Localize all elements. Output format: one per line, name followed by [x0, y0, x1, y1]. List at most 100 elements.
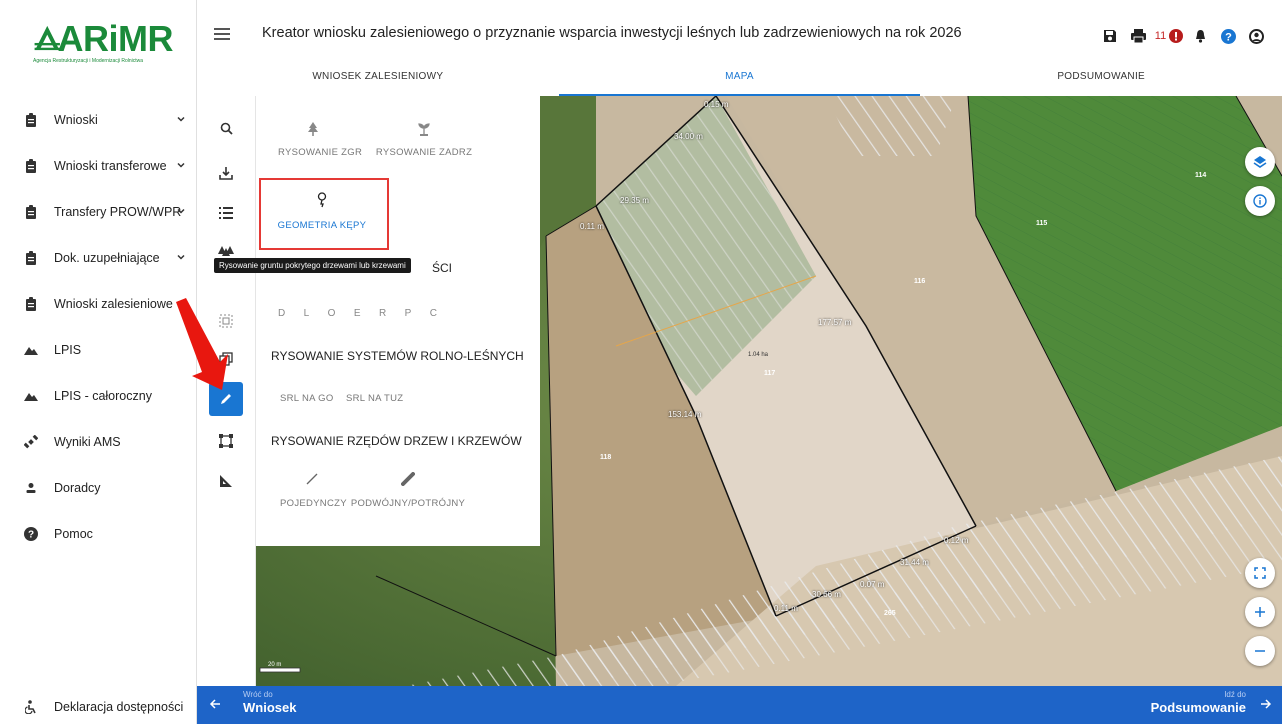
sidebar-item-wyniki-ams[interactable]: Wyniki AMS	[0, 419, 197, 465]
letter-tool-o[interactable]: O	[328, 308, 337, 319]
sidebar-item-wnioski-transferowe[interactable]: Wnioski transferowe	[0, 143, 197, 189]
copy-tool[interactable]	[209, 342, 243, 376]
arrow-right-icon[interactable]	[1260, 698, 1272, 710]
row-double-tool[interactable]: PODWÓJNY/POTRÓJNY	[350, 472, 466, 509]
list-tool[interactable]	[209, 196, 243, 230]
parcel-label: 114	[1195, 172, 1207, 179]
letter-tool-r[interactable]: R	[379, 308, 387, 319]
sidebar-nav: Wnioski Wnioski transferowe Transfery PR…	[0, 97, 197, 557]
download-icon	[219, 167, 233, 180]
sidebar-item-label: LPIS - całoroczny	[54, 389, 152, 403]
errors-indicator[interactable]: 11	[1152, 26, 1186, 46]
select-area-tool[interactable]	[209, 304, 243, 338]
row-single-tool[interactable]: POJEDYNCZY	[280, 472, 347, 509]
parcel-label: 116	[914, 278, 926, 285]
tab-mapa[interactable]: MAPA	[558, 62, 921, 96]
sidebar-item-pomoc[interactable]: ? Pomoc	[0, 511, 197, 557]
sidebar-item-wnioski-zalesieniowe[interactable]: Wnioski zalesieniowe	[0, 281, 197, 327]
chevron-down-icon	[177, 254, 185, 260]
person-icon	[24, 481, 38, 495]
back-button[interactable]: Wróć do Wniosek	[243, 690, 296, 715]
clipboard-icon	[24, 159, 38, 173]
logo-mark-icon	[34, 25, 60, 51]
map-measure: 34.00 m	[674, 132, 703, 141]
help-icon[interactable]: ?	[1214, 26, 1242, 46]
search-tool[interactable]	[209, 111, 243, 145]
tab-wniosek[interactable]: WNIOSEK ZALESIENIOWY	[197, 62, 559, 96]
drawing-panel: RYSOWANIE ZGR RYSOWANIE ZADRZ GEOMETRIA …	[256, 96, 540, 546]
bounding-box-icon	[219, 434, 233, 448]
map-measure: 0.11 m	[774, 604, 798, 613]
mountain-icon	[24, 343, 38, 357]
account-icon[interactable]	[1242, 26, 1270, 46]
map-measure: 153.14 m	[668, 410, 702, 419]
sidebar-item-dok-uzupelniajace[interactable]: Dok. uzupełniające	[0, 235, 197, 281]
draw-tool[interactable]	[209, 382, 243, 416]
logo: ARiMR Agencja Restrukturyzacji i Moderni…	[33, 18, 174, 72]
menu-toggle-icon[interactable]	[214, 28, 230, 42]
tab-podsumowanie[interactable]: PODSUMOWANIE	[920, 62, 1282, 96]
logo-text: ARiMR	[57, 18, 174, 59]
map-measure: 0.12 m	[944, 536, 969, 545]
sidebar-item-lpis[interactable]: LPIS	[0, 327, 197, 373]
srl-na-tuz-tool[interactable]: SRL NA TUZ	[346, 393, 403, 404]
next-button[interactable]: Idź do Podsumowanie	[1151, 690, 1246, 715]
row-double-label: PODWÓJNY/POTRÓJNY	[350, 498, 466, 509]
select-icon	[219, 314, 233, 328]
fullscreen-button[interactable]	[1245, 558, 1275, 588]
sidebar-item-doradcy[interactable]: Doradcy	[0, 465, 197, 511]
sidebar-item-wnioski[interactable]: Wnioski	[0, 97, 197, 143]
layers-button[interactable]	[1245, 147, 1275, 177]
letter-tool-l[interactable]: L	[304, 308, 311, 319]
map-tools-column	[197, 96, 256, 686]
letter-tool-d[interactable]: D	[278, 308, 286, 319]
mountain-icon	[24, 389, 38, 403]
sidebar-item-lpis-caloroczny[interactable]: LPIS - całoroczny	[0, 373, 197, 419]
pencil-icon	[221, 394, 231, 404]
download-tool[interactable]	[209, 156, 243, 190]
zoom-in-button[interactable]	[1245, 597, 1275, 627]
chevron-down-icon	[177, 300, 185, 306]
map-measure: 1.04 ha	[748, 352, 769, 358]
header-toolbar: 11 ?	[1096, 26, 1270, 46]
draw-zgr-tool[interactable]: RYSOWANIE ZGR	[278, 122, 362, 158]
parcel-label: 265	[884, 610, 896, 617]
zoom-out-button[interactable]	[1245, 636, 1275, 666]
map-measure: 177.57 m	[818, 318, 852, 327]
sidebar-item-label: LPIS	[54, 343, 82, 357]
bell-icon[interactable]	[1186, 26, 1214, 46]
srl-na-go-tool[interactable]: SRL NA GO	[280, 393, 334, 404]
plus-icon	[1255, 607, 1265, 617]
help-icon: ?	[24, 527, 38, 541]
map-measure: 30.66 m	[812, 590, 841, 599]
error-icon	[1169, 29, 1184, 43]
clipboard-icon	[24, 251, 38, 265]
parcel-label: 118	[600, 454, 612, 461]
sidebar-item-deklaracja[interactable]: Deklaracja dostępności	[0, 690, 197, 724]
minus-icon	[1255, 650, 1265, 652]
letter-tool-e[interactable]: E	[354, 308, 362, 319]
section-rows-title: RYSOWANIE RZĘDÓW DRZEW I KRZEWÓW	[271, 434, 522, 448]
draw-zadrz-tool[interactable]: RYSOWANIE ZADRZ	[374, 122, 474, 158]
layers-icon	[1253, 156, 1267, 168]
error-count: 11	[1154, 30, 1167, 42]
arrow-left-icon[interactable]	[209, 698, 221, 710]
sidebar-item-label: Wyniki AMS	[54, 435, 121, 449]
tab-bar: WNIOSEK ZALESIENIOWY MAPA PODSUMOWANIE	[197, 62, 1282, 96]
print-icon[interactable]	[1124, 26, 1152, 46]
measure-tool[interactable]	[209, 464, 243, 498]
sidebar-item-transfery[interactable]: Transfery PROW/WPR	[0, 189, 197, 235]
satellite-icon	[24, 435, 38, 449]
search-icon	[220, 122, 233, 135]
save-icon[interactable]	[1096, 26, 1124, 46]
app-root: ARiMR Agencja Restrukturyzacji i Moderni…	[0, 0, 1282, 724]
clipboard-icon	[24, 297, 38, 311]
letter-tool-p[interactable]: P	[405, 308, 413, 319]
copy-icon	[219, 352, 233, 366]
info-button[interactable]	[1245, 186, 1275, 216]
row-single-label: POJEDYNCZY	[280, 498, 347, 509]
svg-text:?: ?	[1225, 31, 1232, 43]
bounding-box-tool[interactable]	[209, 424, 243, 458]
tree-icon	[308, 122, 318, 136]
letter-tool-c[interactable]: C	[430, 308, 438, 319]
